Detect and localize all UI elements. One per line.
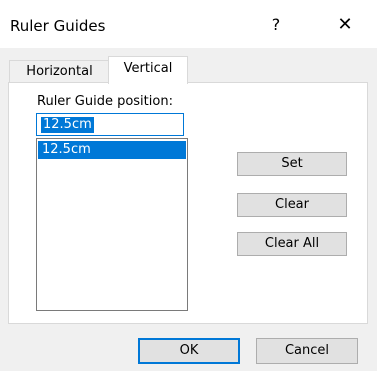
position-input-value: 12.5cm [41, 117, 94, 133]
tab-vertical[interactable]: Vertical [108, 56, 188, 84]
help-icon[interactable]: ? [264, 14, 288, 36]
ruler-guide-position-input[interactable]: 12.5cm [36, 113, 184, 136]
guide-list[interactable]: 12.5cm [36, 138, 188, 311]
title-bar: Ruler Guides ? ✕ [0, 0, 377, 48]
cancel-button[interactable]: Cancel [256, 338, 358, 364]
close-icon[interactable]: ✕ [333, 14, 357, 36]
ruler-guide-position-label: Ruler Guide position: [37, 94, 173, 109]
window-title: Ruler Guides [10, 17, 106, 35]
clear-all-button[interactable]: Clear All [237, 232, 347, 256]
ok-button[interactable]: OK [138, 338, 240, 364]
guide-list-item[interactable]: 12.5cm [38, 141, 186, 159]
clear-button[interactable]: Clear [237, 193, 347, 217]
set-button[interactable]: Set [237, 152, 347, 176]
tab-horizontal[interactable]: Horizontal [9, 60, 110, 83]
